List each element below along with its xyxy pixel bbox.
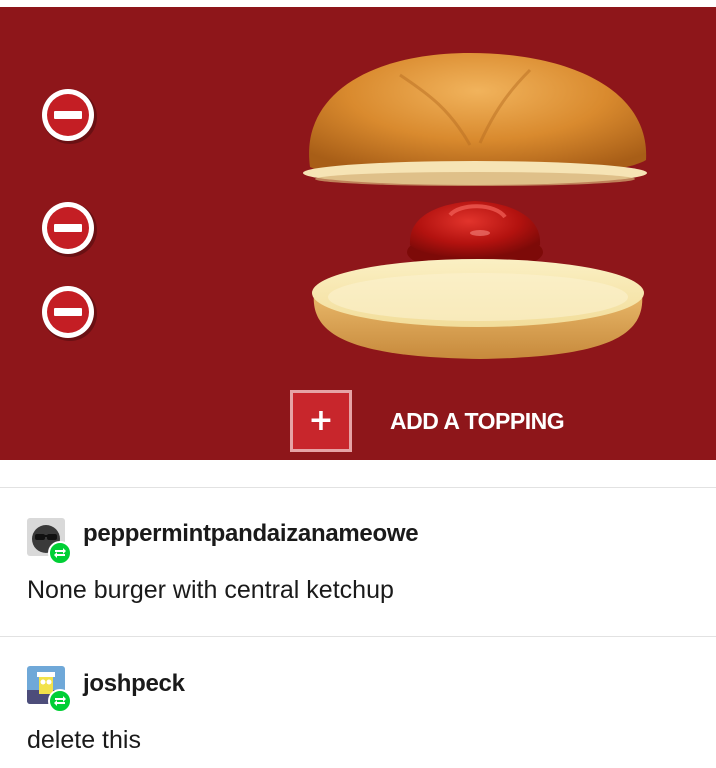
- minus-circle-icon: [42, 202, 97, 257]
- divider: [0, 487, 716, 488]
- minus-circle-icon: [42, 89, 97, 144]
- remove-ketchup-button[interactable]: [40, 200, 100, 260]
- add-topping-button[interactable]: +: [290, 390, 352, 452]
- plus-icon: +: [308, 403, 334, 438]
- reblog-icon: [48, 541, 72, 565]
- minus-circle-icon: [42, 286, 97, 341]
- top-margin: [0, 0, 716, 7]
- add-topping-label[interactable]: ADD A TOPPING: [390, 408, 565, 435]
- bottom-bun: [312, 259, 644, 359]
- post-text: delete this: [27, 726, 141, 754]
- avatar[interactable]: [27, 518, 72, 565]
- remove-bottom-bun-button[interactable]: [40, 284, 100, 344]
- top-bun: [303, 53, 647, 186]
- remove-top-bun-button[interactable]: [40, 87, 100, 147]
- username[interactable]: peppermintpandaizanameowe: [83, 520, 419, 548]
- divider: [0, 636, 716, 637]
- reblog-icon: [48, 689, 72, 713]
- post-text: None burger with central ketchup: [27, 576, 394, 604]
- username[interactable]: joshpeck: [83, 670, 185, 698]
- avatar[interactable]: [27, 666, 72, 713]
- burger-builder-panel: + ADD A TOPPING: [0, 7, 716, 460]
- burger-illustration: [303, 53, 647, 359]
